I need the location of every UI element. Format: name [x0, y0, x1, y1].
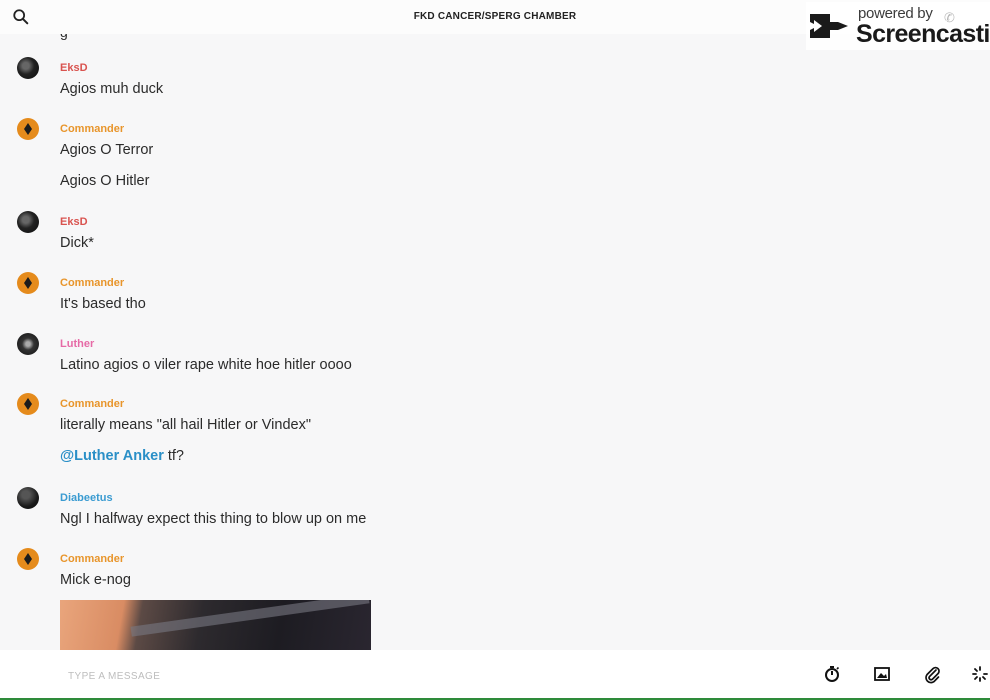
- loading-icon[interactable]: [970, 664, 990, 684]
- message-author[interactable]: Commander: [60, 553, 124, 565]
- paperclip-icon[interactable]: [922, 664, 942, 684]
- message-author[interactable]: Luther: [60, 338, 94, 350]
- commander-avatar[interactable]: [17, 118, 39, 140]
- message-author[interactable]: Diabeetus: [60, 492, 113, 504]
- eksd-avatar[interactable]: [17, 211, 39, 233]
- message-list: g EksD Agios muh duck Commander Agios O …: [0, 34, 990, 650]
- message-author[interactable]: Commander: [60, 123, 124, 135]
- message-text: @Luther Anker tf?: [60, 448, 184, 464]
- message-text: Latino agios o viler rape white hoe hitl…: [60, 357, 352, 373]
- phone-icon[interactable]: ✆: [944, 10, 955, 26]
- message-text: Ngl I halfway expect this thing to blow …: [60, 511, 367, 527]
- screencastify-logo-icon: [810, 14, 848, 38]
- message-author[interactable]: Commander: [60, 398, 124, 410]
- timer-icon[interactable]: [822, 664, 842, 684]
- message-text: Agios O Hitler: [60, 173, 150, 189]
- message-author[interactable]: EksD: [60, 62, 88, 74]
- message-composer: [0, 650, 990, 700]
- message-author[interactable]: EksD: [60, 216, 88, 228]
- message-input[interactable]: [68, 668, 668, 684]
- message-author[interactable]: Commander: [60, 277, 124, 289]
- message-text: Agios muh duck: [60, 81, 164, 97]
- diabeetus-avatar[interactable]: [17, 487, 39, 509]
- luther-avatar[interactable]: [17, 333, 39, 355]
- message-text: Mick e-nog: [60, 572, 131, 588]
- eksd-avatar[interactable]: [17, 57, 39, 79]
- commander-avatar[interactable]: [17, 548, 39, 570]
- message-text-rest: tf?: [163, 448, 184, 464]
- image-icon[interactable]: [872, 664, 892, 684]
- message-text: Agios O Terror: [60, 142, 154, 158]
- user-mention[interactable]: @Luther Anker: [60, 448, 164, 464]
- commander-avatar[interactable]: [17, 272, 39, 294]
- image-attachment[interactable]: [60, 600, 371, 650]
- partial-message-text: g: [60, 34, 68, 40]
- screencastify-watermark: powered by Screencastify ✆: [806, 2, 990, 50]
- watermark-line2: Screencastify: [856, 20, 990, 48]
- message-text: literally means "all hail Hitler or Vind…: [60, 417, 311, 433]
- message-text: Dick*: [60, 235, 94, 251]
- message-text: It's based tho: [60, 296, 146, 312]
- commander-avatar[interactable]: [17, 393, 39, 415]
